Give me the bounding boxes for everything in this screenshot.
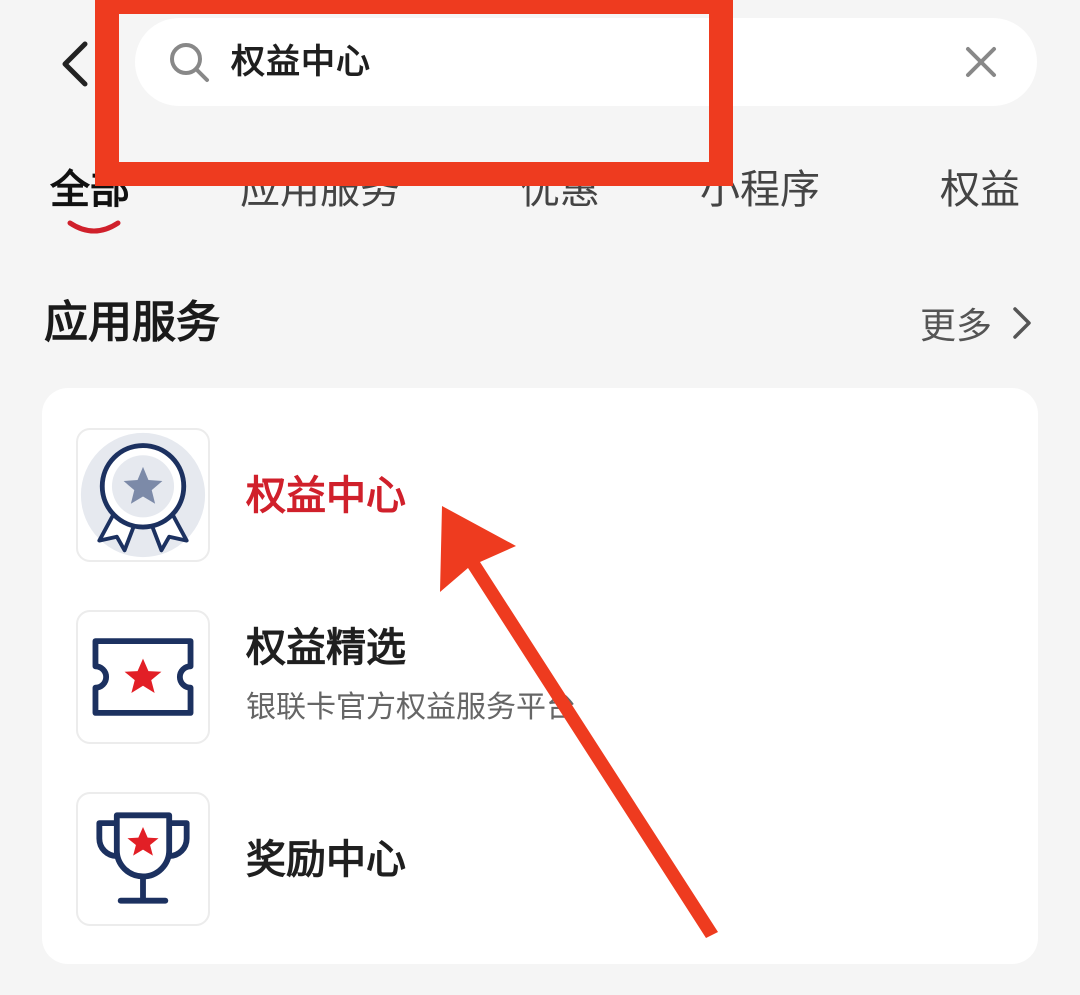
service-description: 银联卡官方权益服务平台 xyxy=(246,690,576,725)
service-icon-box xyxy=(76,792,210,926)
service-name: 奖励中心 xyxy=(246,837,406,883)
service-item-benefits-selection[interactable]: 权益精选 银联卡官方权益服务平台 xyxy=(42,610,1038,750)
ticket-star-icon xyxy=(92,638,194,716)
back-button[interactable] xyxy=(50,36,98,92)
chevron-left-icon xyxy=(62,41,88,87)
service-icon-box xyxy=(76,428,210,562)
service-item-benefits-center[interactable]: 权益中心 xyxy=(42,428,1038,568)
service-list-card: 权益中心 权益精选 银联卡官方权益服务平台 奖励中心 xyxy=(42,388,1038,964)
chevron-right-icon xyxy=(1013,307,1031,339)
active-tab-indicator xyxy=(67,220,121,234)
service-item-rewards-center[interactable]: 奖励中心 xyxy=(42,792,1038,932)
medal-icon xyxy=(80,432,206,558)
more-label: 更多 xyxy=(920,306,993,347)
search-results-screen: 权益中心 全部 应用服务 优惠 小程序 权益 应用服务 更多 权益中心 权益精选… xyxy=(0,0,1080,995)
more-link[interactable]: 更多 xyxy=(920,296,1032,350)
section-title: 应用服务 xyxy=(44,297,220,348)
service-icon-box xyxy=(76,610,210,744)
service-name: 权益中心 xyxy=(246,473,406,519)
clear-search-icon[interactable] xyxy=(965,46,997,78)
service-name: 权益精选 xyxy=(246,625,406,671)
annotation-highlight-box xyxy=(95,0,733,186)
tab-benefits[interactable]: 权益 xyxy=(940,160,1020,220)
trophy-icon xyxy=(96,812,190,904)
